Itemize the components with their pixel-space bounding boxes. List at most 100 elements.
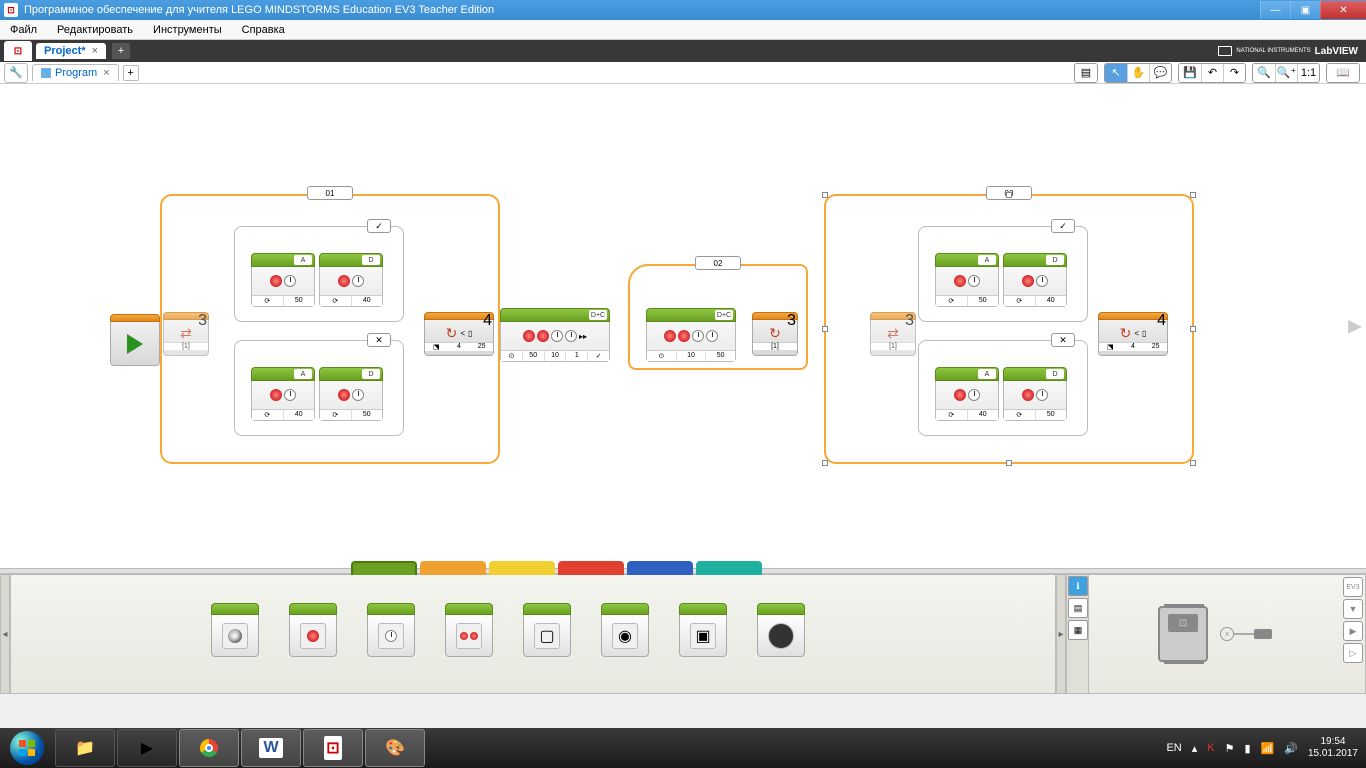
- motor-block-a-false[interactable]: A ⟳40: [251, 367, 315, 423]
- run-selected-button[interactable]: ▷: [1343, 643, 1363, 663]
- project-properties-button[interactable]: 🔧: [4, 63, 28, 83]
- false-badge[interactable]: ✕: [367, 333, 391, 347]
- palette-tab-data[interactable]: [558, 561, 624, 575]
- window-close-button[interactable]: ✕: [1320, 1, 1366, 19]
- palette-medium-motor[interactable]: [211, 603, 259, 659]
- program-list-button[interactable]: ▤: [1075, 64, 1097, 82]
- program-tab-label: Program: [55, 67, 97, 79]
- motor-block-a-true[interactable]: A ⟳50: [251, 253, 315, 309]
- program-tab[interactable]: Program ×: [32, 64, 119, 81]
- zoom-in-button[interactable]: 🔍⁺: [1275, 64, 1297, 82]
- content-editor-button[interactable]: 📖: [1327, 64, 1359, 82]
- tray-battery-icon[interactable]: ▮: [1244, 742, 1250, 755]
- usb-icon: [1254, 629, 1272, 639]
- tray-chevron-icon[interactable]: ▴: [1192, 742, 1198, 755]
- loop2-end[interactable]: 3 ↻ [1]: [752, 312, 798, 358]
- taskbar-paint[interactable]: 🎨: [365, 729, 425, 767]
- palette-large-motor[interactable]: [289, 603, 337, 659]
- taskbar-explorer[interactable]: 📁: [55, 729, 115, 767]
- loop-end-3[interactable]: 4 ↻ < ▯ ⬔ 4 25: [1098, 312, 1168, 358]
- tray-kaspersky-icon[interactable]: K: [1207, 742, 1214, 754]
- redo-button[interactable]: ↷: [1223, 64, 1245, 82]
- taskbar-word[interactable]: W: [241, 729, 301, 767]
- program-icon: [41, 68, 51, 78]
- labview-badge: NATIONAL INSTRUMENTS LabVIEW: [1218, 46, 1366, 57]
- switch3-true-case[interactable]: ✓ A ⟳50 D ⟳40: [918, 226, 1088, 322]
- window-minimize-button[interactable]: —: [1260, 1, 1290, 19]
- download-button[interactable]: ▼: [1343, 599, 1363, 619]
- tray-flag-icon[interactable]: ⚑: [1225, 742, 1235, 755]
- menu-file[interactable]: Файл: [0, 24, 47, 36]
- motor-block-d-false[interactable]: D ⟳50: [319, 367, 383, 423]
- window-titlebar: ⊡ Программное обеспечение для учителя LE…: [0, 0, 1366, 20]
- tray-volume-icon[interactable]: 🔊: [1284, 742, 1298, 755]
- palette-tab-advanced[interactable]: [627, 561, 693, 575]
- hw-port-view-button[interactable]: ▤: [1068, 598, 1088, 618]
- move-tank-2[interactable]: D+C ⊙ 10 50: [646, 308, 736, 364]
- menu-tools[interactable]: Инструменты: [143, 24, 232, 36]
- menu-help[interactable]: Справка: [232, 24, 295, 36]
- palette-collapse-right[interactable]: ▸: [1056, 574, 1066, 694]
- start-button[interactable]: [0, 728, 54, 768]
- hw-brick-info-button[interactable]: ℹ: [1068, 576, 1088, 596]
- move-tank-1[interactable]: D+C ▸▸ ⊙ 50 10 1 ✓: [500, 308, 610, 364]
- taskbar-chrome[interactable]: [179, 729, 239, 767]
- download-run-button[interactable]: ▶: [1343, 621, 1363, 641]
- loop-icon: ↻: [1120, 325, 1132, 342]
- hw-ev3-label: EV3: [1343, 577, 1363, 597]
- hw-available-bricks-button[interactable]: ▦: [1068, 620, 1088, 640]
- comment-tool-button[interactable]: 💬: [1149, 64, 1171, 82]
- motor-block-d-true[interactable]: D ⟳40: [319, 253, 383, 309]
- window-maximize-button[interactable]: ▣: [1290, 1, 1320, 19]
- palette-tab-flow[interactable]: [420, 561, 486, 575]
- select-tool-button[interactable]: ↖: [1105, 64, 1127, 82]
- s3-motor-d-true[interactable]: D ⟳40: [1003, 253, 1067, 309]
- brick-icon: ⊡: [1158, 606, 1208, 662]
- project-tab-label: Project*: [44, 45, 86, 57]
- palette-display[interactable]: ▢: [523, 603, 571, 659]
- s3-motor-a-false[interactable]: A ⟳40: [935, 367, 999, 423]
- switch1-false-case[interactable]: ✕ A ⟳40 D ⟳50: [234, 340, 404, 436]
- palette-collapse-left[interactable]: ◂: [0, 574, 10, 694]
- menu-edit[interactable]: Редактировать: [47, 24, 143, 36]
- s3-motor-d-false[interactable]: D ⟳50: [1003, 367, 1067, 423]
- palette-tab-myblocks[interactable]: [696, 561, 762, 575]
- palette-brick-status-light[interactable]: ▣: [679, 603, 727, 659]
- lobby-button[interactable]: ⊡: [4, 41, 32, 61]
- loop-end-1[interactable]: 4 ↻ < ▯ ⬔ 4 25: [424, 312, 494, 358]
- programming-canvas[interactable]: ▶ 3 ⇄ [1] 01 ✓ A ⟳50 D ⟳40: [0, 84, 1366, 568]
- s3-motor-a-true[interactable]: A ⟳50: [935, 253, 999, 309]
- project-tab-close[interactable]: ×: [92, 45, 98, 57]
- true-badge[interactable]: ✓: [367, 219, 391, 233]
- zoom-out-button[interactable]: 🔍: [1253, 64, 1275, 82]
- pan-tool-button[interactable]: ✋: [1127, 64, 1149, 82]
- switch1-label[interactable]: 01: [307, 186, 353, 200]
- tray-clock[interactable]: 19:54 15.01.2017: [1308, 736, 1358, 760]
- palette-tab-sensor[interactable]: [489, 561, 555, 575]
- palette-move-tank[interactable]: [445, 603, 493, 659]
- save-button[interactable]: 💾: [1179, 64, 1201, 82]
- tray-network-icon[interactable]: 📶: [1261, 742, 1275, 755]
- switch3-false-case[interactable]: ✕ A ⟳40 D ⟳50: [918, 340, 1088, 436]
- switch1-true-case[interactable]: ✓ A ⟳50 D ⟳40: [234, 226, 404, 322]
- tray-language[interactable]: EN: [1166, 742, 1181, 754]
- taskbar-media[interactable]: ▶: [117, 729, 177, 767]
- palette-sound[interactable]: ◉: [601, 603, 649, 659]
- project-add-button[interactable]: +: [112, 43, 130, 59]
- zoom-reset-button[interactable]: 1:1: [1297, 64, 1319, 82]
- project-tab[interactable]: Project* ×: [36, 43, 106, 59]
- start-block[interactable]: [110, 314, 160, 368]
- hw-connection-view: ⊡ ×: [1089, 575, 1341, 693]
- palette-stop[interactable]: [757, 603, 805, 659]
- program-tab-close[interactable]: ×: [103, 67, 109, 79]
- canvas-scroll-right[interactable]: ▶: [1348, 316, 1362, 337]
- palette-move-steering[interactable]: [367, 603, 415, 659]
- window-title: Программное обеспечение для учителя LEGO…: [24, 4, 1260, 16]
- project-tab-bar: ⊡ Project* × + NATIONAL INSTRUMENTS LabV…: [0, 40, 1366, 62]
- palette-tab-action[interactable]: [351, 561, 417, 575]
- ni-logo-icon: [1218, 46, 1232, 56]
- undo-button[interactable]: ↶: [1201, 64, 1223, 82]
- taskbar-ev3[interactable]: ⊡: [303, 729, 363, 767]
- loop2-label[interactable]: 02: [695, 256, 741, 270]
- program-add-button[interactable]: +: [123, 65, 139, 81]
